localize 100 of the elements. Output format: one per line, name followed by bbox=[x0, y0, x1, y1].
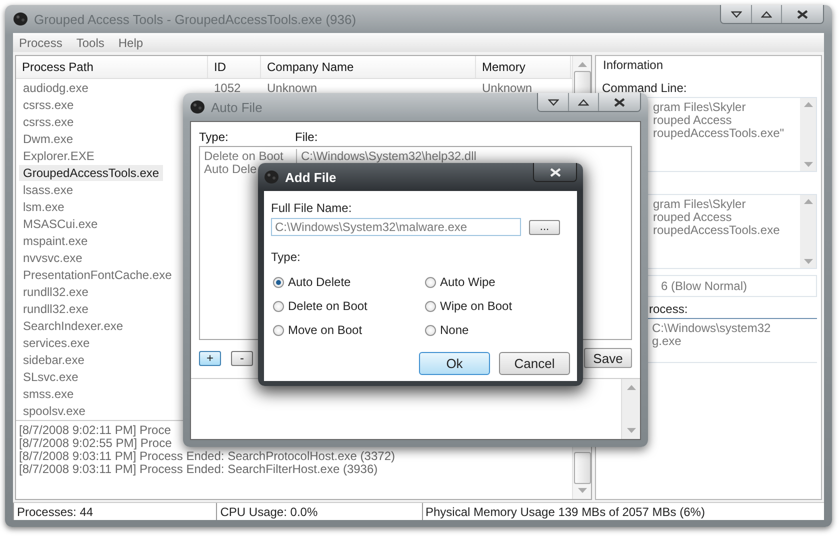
table-cell[interactable]: audiodg.exe bbox=[19, 80, 92, 96]
ok-button[interactable]: Ok bbox=[419, 352, 490, 375]
table-cell[interactable]: mspaint.exe bbox=[19, 232, 92, 248]
add-button[interactable]: + bbox=[199, 350, 221, 366]
text-line: gram Files\Skyler bbox=[653, 101, 747, 114]
close-button[interactable] bbox=[781, 5, 823, 23]
radio-button[interactable] bbox=[425, 324, 436, 336]
column-header[interactable]: Company Name bbox=[261, 56, 476, 78]
table-cell[interactable]: SearchIndexer.exe bbox=[19, 318, 128, 334]
column-header: Type: bbox=[199, 130, 230, 144]
text-line: rouped Access bbox=[653, 114, 732, 127]
scroll-up-icon bbox=[804, 102, 812, 107]
radio-button[interactable] bbox=[425, 276, 436, 288]
radio-button[interactable] bbox=[425, 300, 436, 312]
remove-button[interactable]: - bbox=[231, 350, 253, 366]
table-cell[interactable]: GroupedAccessTools.exe bbox=[19, 164, 164, 180]
text-line: g.exe bbox=[652, 335, 682, 348]
status-text: Physical Memory Usage 139 MBs of 2057 MBs (6%) bbox=[422, 503, 824, 520]
app-icon bbox=[264, 170, 279, 184]
log-line: [8/7/2008 9:03:11 PM] Process Ended: SearchFilterHost.exe (3936) bbox=[19, 463, 378, 476]
table-cell[interactable]: SLsvc.exe bbox=[19, 368, 82, 384]
log-line: [8/7/2008 9:02:55 PM] Proce bbox=[19, 437, 173, 450]
close-icon bbox=[797, 10, 808, 18]
dialog-title: Auto File bbox=[211, 100, 264, 114]
table-cell[interactable]: csrss.exe bbox=[19, 96, 78, 112]
list-cell[interactable]: Delete on Boot bbox=[200, 149, 296, 162]
minimize-button[interactable] bbox=[538, 93, 568, 111]
field-label: rocess: bbox=[648, 301, 689, 318]
table-cell[interactable]: services.exe bbox=[19, 334, 94, 350]
scroll-down-icon bbox=[804, 259, 812, 264]
close-button[interactable] bbox=[534, 163, 576, 181]
status-text: Processes: 44 bbox=[13, 503, 216, 520]
column-header[interactable]: Process Path bbox=[16, 56, 208, 78]
save-button[interactable]: Save bbox=[584, 348, 632, 368]
file-name-field[interactable]: C:\Windows\System32\malware.exe bbox=[271, 218, 521, 236]
table-cell[interactable]: MSASCui.exe bbox=[19, 216, 102, 232]
table-cell[interactable]: Explorer.EXE bbox=[19, 148, 98, 164]
radio-option[interactable]: Auto Wipe bbox=[425, 270, 570, 294]
minimize-icon bbox=[548, 98, 558, 106]
status-text: CPU Usage: 0.0% bbox=[216, 503, 422, 520]
field-label: Type: bbox=[271, 250, 302, 264]
column-header[interactable]: Memory bbox=[476, 56, 571, 78]
close-icon bbox=[614, 98, 625, 106]
close-icon bbox=[550, 168, 560, 176]
menu-item[interactable]: Help bbox=[118, 36, 144, 50]
scroll-down-icon bbox=[578, 488, 586, 493]
group-title: Information bbox=[602, 57, 664, 74]
app-icon bbox=[13, 12, 28, 26]
radio-button[interactable] bbox=[273, 276, 284, 288]
scrollbar[interactable] bbox=[621, 379, 640, 439]
menu-item[interactable]: Process bbox=[19, 36, 62, 50]
window-title: Grouped Access Tools - GroupedAccessTools.exe (936) bbox=[34, 12, 358, 26]
table-cell[interactable]: rundll32.exe bbox=[19, 300, 92, 316]
maximize-icon bbox=[761, 10, 772, 18]
scroll-up-icon bbox=[578, 62, 586, 67]
maximize-icon bbox=[578, 98, 589, 106]
list-cell[interactable]: C:\Windows\System32\help32.dll bbox=[296, 149, 631, 162]
table-cell[interactable]: csrss.exe bbox=[19, 114, 78, 130]
column-header[interactable]: ID bbox=[208, 56, 261, 78]
table-cell[interactable]: PresentationFontCache.exe bbox=[19, 266, 176, 282]
scroll-up-icon bbox=[804, 199, 812, 204]
radio-option[interactable]: Auto Delete bbox=[273, 270, 425, 294]
table-cell[interactable]: lsm.exe bbox=[19, 198, 68, 214]
field-label: Full File Name: bbox=[271, 201, 353, 215]
table-cell[interactable]: sidebar.exe bbox=[19, 352, 88, 368]
table-cell[interactable]: lsass.exe bbox=[19, 182, 78, 198]
text-line: roupedAccessTools.exe" bbox=[653, 127, 785, 140]
log-line: [8/7/2008 9:03:11 PM] Process Ended: SearchProtocolHost.exe (3372) bbox=[19, 450, 396, 463]
column-header: File: bbox=[295, 130, 318, 144]
minimize-icon bbox=[730, 10, 742, 18]
table-cell-text: 1052 bbox=[213, 80, 242, 94]
table-cell[interactable]: Dwm.exe bbox=[19, 130, 78, 146]
minimize-button[interactable] bbox=[721, 5, 751, 23]
text-line: C:\Windows\system32 bbox=[652, 322, 772, 335]
table-cell[interactable]: rundll32.exe bbox=[19, 284, 92, 300]
dialog-title: Add File bbox=[285, 170, 338, 184]
scroll-thumb[interactable] bbox=[574, 452, 590, 484]
table-cell[interactable]: smss.exe bbox=[19, 386, 78, 402]
scroll-down-icon bbox=[626, 428, 636, 433]
browse-button[interactable]: ... bbox=[529, 220, 560, 234]
table-cell[interactable]: nvvsvc.exe bbox=[19, 250, 86, 266]
table-cell-text: Unknown bbox=[266, 80, 318, 94]
log-line: [8/7/2008 9:02:11 PM] Proce bbox=[19, 424, 172, 437]
maximize-button[interactable] bbox=[568, 93, 598, 111]
text-line: rouped Access bbox=[653, 211, 732, 224]
cancel-button[interactable]: Cancel bbox=[499, 352, 570, 375]
text-line: roupedAccessTools.exe bbox=[653, 224, 781, 237]
radio-button[interactable] bbox=[273, 300, 284, 312]
table-cell[interactable]: spoolsv.exe bbox=[19, 402, 90, 418]
close-button[interactable] bbox=[598, 93, 640, 111]
text-line: gram Files\Skyler bbox=[653, 198, 747, 211]
radio-option[interactable]: Delete on Boot bbox=[273, 294, 425, 318]
radio-option[interactable]: None bbox=[425, 318, 570, 342]
scroll-down-icon bbox=[804, 162, 812, 167]
scroll-up-icon bbox=[626, 385, 636, 390]
radio-option[interactable]: Move on Boot bbox=[273, 318, 425, 342]
radio-option[interactable]: Wipe on Boot bbox=[425, 294, 570, 318]
radio-button[interactable] bbox=[273, 324, 284, 336]
maximize-button[interactable] bbox=[751, 5, 781, 23]
menu-item[interactable]: Tools bbox=[76, 36, 104, 50]
